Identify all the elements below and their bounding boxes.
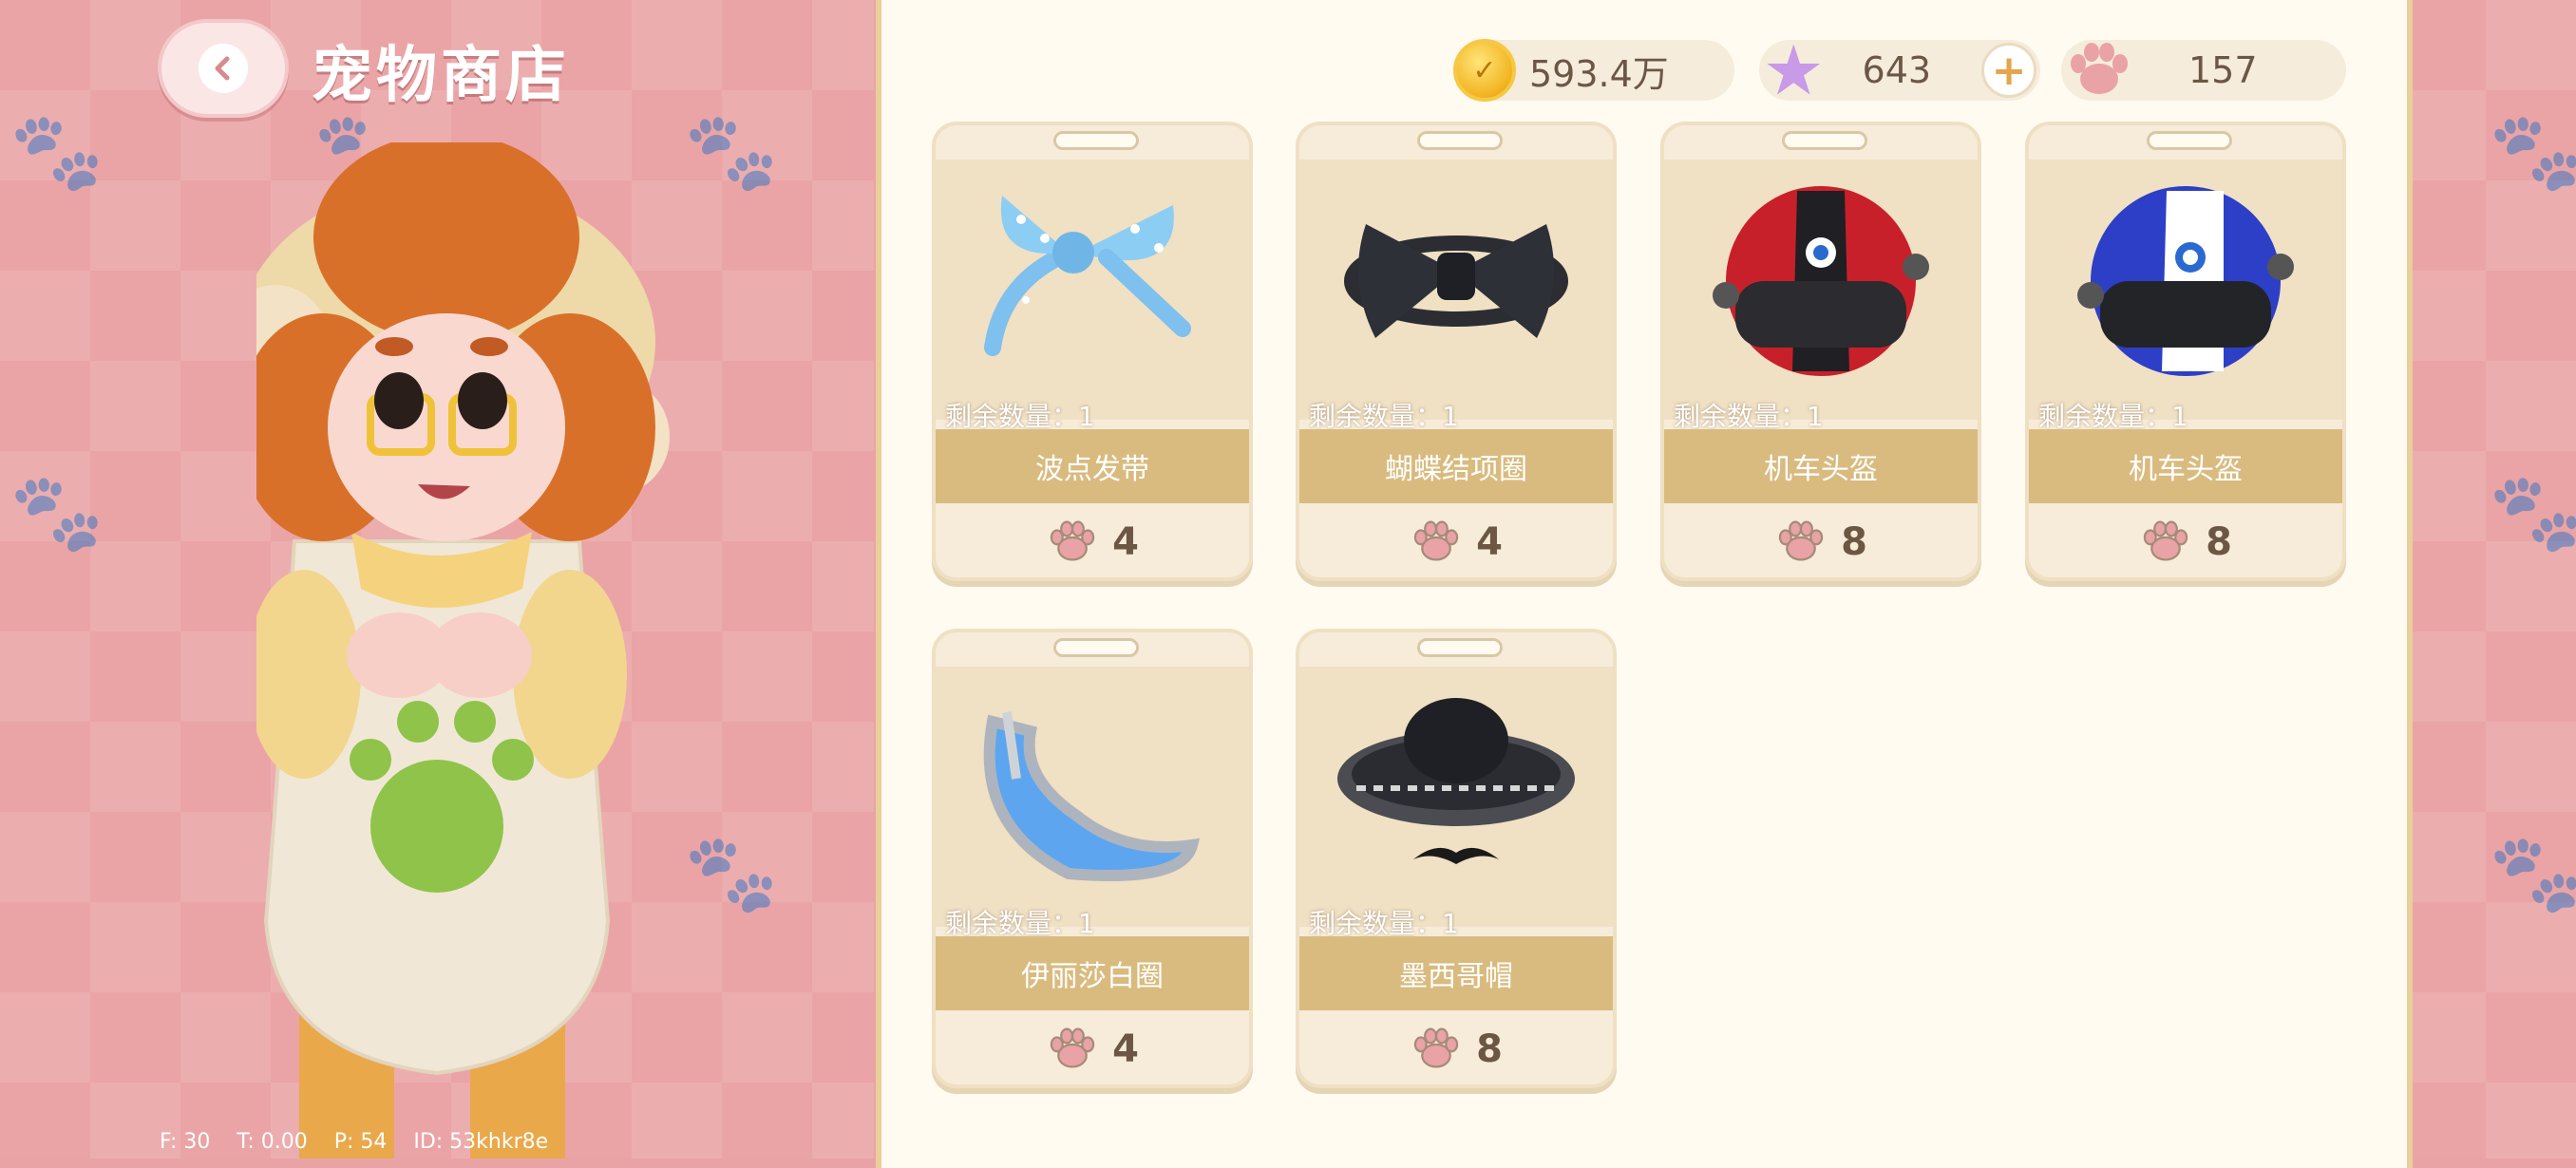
add-stars-button[interactable]: + [1981, 43, 2036, 98]
shop-item-card-3[interactable]: 剩余数量：1 机车头盔 8 [1660, 122, 1981, 581]
page-title: 宠物商店 [312, 41, 570, 111]
item-name: 伊丽莎白圈 [936, 936, 1249, 1010]
shop-item-card-1[interactable]: 剩余数量：1 波点发带 4 [932, 122, 1253, 581]
item-price-value: 4 [1112, 1027, 1139, 1071]
item-price-value: 8 [1841, 520, 1867, 564]
item-price[interactable]: 8 [2029, 505, 2342, 577]
card-tag-hole [1053, 638, 1139, 657]
card-tag-hole [2147, 131, 2232, 150]
shop-item-card-2[interactable]: 剩余数量：1 蝴蝶结项圈 4 [1296, 122, 1617, 581]
item-price[interactable]: 4 [936, 505, 1249, 577]
item-remaining: 剩余数量：1 [945, 908, 1095, 939]
character-avatar [256, 142, 670, 1159]
shop-item-card-5[interactable]: 剩余数量：1 伊丽莎白圈 4 [932, 629, 1253, 1088]
chevron-left-icon [199, 44, 248, 93]
coin-balance: ✓ 593.4万 [1453, 39, 1734, 102]
item-price-value: 4 [1112, 520, 1139, 564]
blue-motorcycle-helmet-image [2057, 177, 2314, 376]
elizabethan-collar-image [964, 684, 1221, 883]
sombrero-hat-image [1328, 684, 1584, 883]
paw-decoration-icon: 🐾 [2489, 468, 2576, 556]
paw-icon [2143, 520, 2188, 561]
card-tag-hole [1782, 131, 1867, 150]
item-price[interactable]: 4 [1299, 505, 1613, 577]
plus-icon: + [1991, 46, 2027, 95]
item-remaining: 剩余数量：1 [1309, 401, 1459, 432]
bow-tie-collar-image [1328, 177, 1584, 376]
back-button[interactable] [158, 19, 289, 118]
star-balance: ★ 643 + [1759, 30, 2040, 110]
item-remaining: 剩余数量：1 [945, 401, 1095, 432]
item-name: 波点发带 [936, 429, 1249, 503]
paw-icon [1050, 1027, 1095, 1068]
item-price[interactable]: 8 [1299, 1012, 1613, 1084]
coin-balance-value: 593.4万 [1529, 52, 1669, 95]
paw-decoration-icon: 🐾 [2489, 829, 2576, 917]
item-name: 机车头盔 [1664, 429, 1978, 503]
item-name: 墨西哥帽 [1299, 936, 1613, 1010]
item-price[interactable]: 4 [936, 1012, 1249, 1084]
item-price-value: 8 [2206, 520, 2232, 564]
debug-info: F: 30 T: 0.00 P: 54 ID: 53khkr8e [160, 1130, 549, 1154]
paw-icon [1050, 520, 1095, 561]
coin-icon: ✓ [1453, 39, 1516, 102]
shop-item-card-4[interactable]: 剩余数量：1 机车头盔 8 [2025, 122, 2346, 581]
paw-balance-value: 157 [2188, 49, 2258, 91]
item-price-value: 4 [1476, 520, 1503, 564]
paw-balance: 157 [2061, 40, 2346, 101]
card-tag-hole [1053, 131, 1139, 150]
red-motorcycle-helmet-image [1693, 177, 1949, 376]
star-icon: ★ [1763, 30, 1825, 110]
paw-icon [1413, 1027, 1459, 1068]
card-tag-hole [1417, 638, 1503, 657]
item-remaining: 剩余数量：1 [1309, 908, 1459, 939]
star-balance-value: 643 [1862, 49, 1932, 91]
item-name: 机车头盔 [2029, 429, 2342, 503]
polka-dot-headband-image [964, 177, 1221, 376]
paw-icon [1413, 520, 1459, 561]
item-remaining: 剩余数量：1 [2038, 401, 2188, 432]
shop-item-card-6[interactable]: 剩余数量：1 墨西哥帽 8 [1296, 629, 1617, 1088]
paw-decoration-icon: 🐾 [9, 107, 104, 196]
item-price[interactable]: 8 [1664, 505, 1978, 577]
paw-decoration-icon: 🐾 [9, 468, 104, 556]
item-price-value: 8 [1476, 1027, 1503, 1071]
paw-icon [1778, 520, 1824, 561]
item-name: 蝴蝶结项圈 [1299, 429, 1613, 503]
item-remaining: 剩余数量：1 [1674, 401, 1824, 432]
card-tag-hole [1417, 131, 1503, 150]
paw-icon [2071, 43, 2128, 94]
paw-decoration-icon: 🐾 [2489, 107, 2576, 196]
